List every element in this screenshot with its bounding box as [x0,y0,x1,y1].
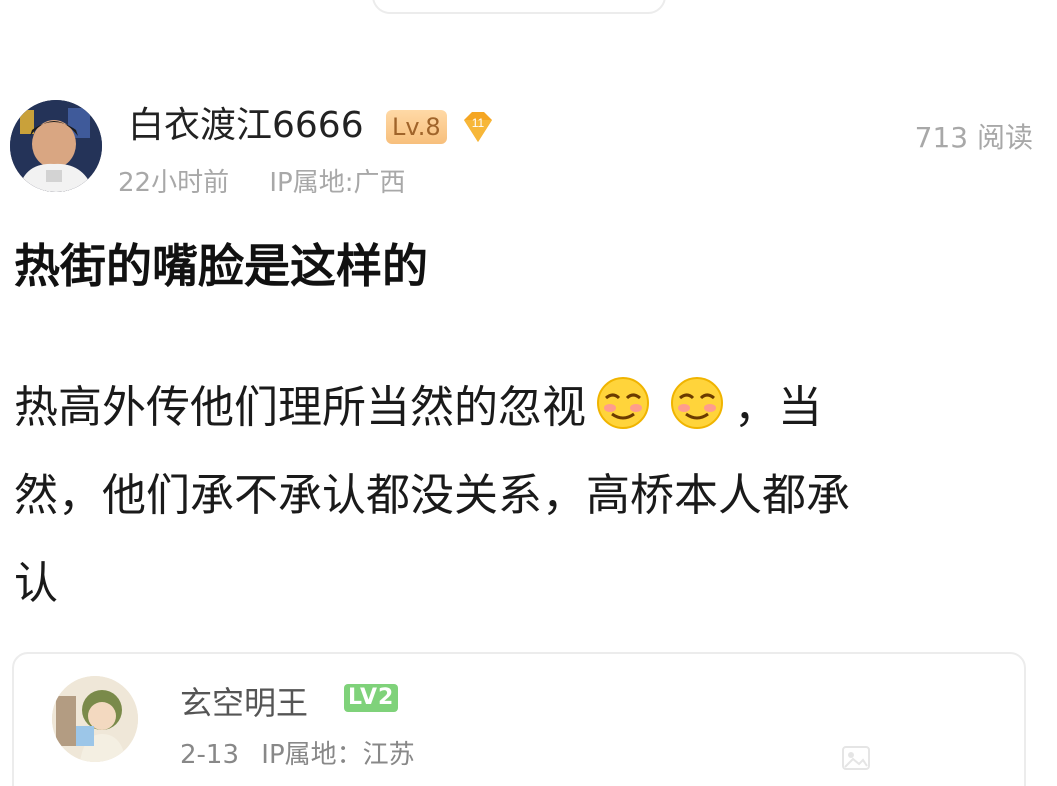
post-detail-page: 白衣渡江6666 Lv.8 11 713 阅读 22小时前 IP属地:广西 热街… [0,0,1057,786]
post-ip-location: IP属地:广西 [269,168,406,198]
body-line-2: 然，他们承不承认都没关系，高桥本人都承 [14,470,850,521]
reply-ip-location: IP属地：江苏 [261,740,415,770]
body-line-3: 认 [14,558,58,609]
body-line-1-text: 热高外传他们理所当然的忽视 [14,382,586,433]
smirk-emoji-icon [597,377,649,429]
post-title: 热街的嘴脸是这样的 [14,239,428,293]
gem-count: 11 [472,116,485,130]
top-search-pill[interactable] [372,0,666,14]
diamond-level-icon: 11 [464,112,492,142]
body-line-1: 热高外传他们理所当然的忽视 ，当 [14,364,1034,452]
body-line-1-end: ，当 [734,382,822,433]
reply-author-name[interactable]: 玄空明王 [180,678,308,724]
author-avatar[interactable] [10,100,102,192]
author-name[interactable]: 白衣渡江6666 [128,102,364,150]
post-meta: 22小时前 IP属地:广西 [118,162,405,199]
reply-date: 2-13 [180,740,240,770]
post-time: 22小时前 [118,168,230,198]
post-body: 热高外传他们理所当然的忽视 ，当 然，他们承不承认都没关系，高桥本人都承 认 [14,364,1034,628]
reply-card[interactable]: 玄空明王 LV2 2-13 IP属地：江苏 [12,652,1026,786]
smirk-emoji-icon [671,377,723,429]
reply-avatar[interactable] [52,676,138,762]
read-count: 713 阅读 [914,121,1033,154]
reply-meta: 2-13 IP属地：江苏 [180,734,415,771]
author-avatar-image [10,100,102,192]
level-badge: Lv.8 [386,110,447,144]
post-header: 白衣渡江6666 Lv.8 11 713 阅读 22小时前 IP属地:广西 [10,100,1047,200]
reply-level-badge: LV2 [344,684,399,712]
image-placeholder-icon [842,746,870,770]
reply-avatar-image [52,676,138,762]
